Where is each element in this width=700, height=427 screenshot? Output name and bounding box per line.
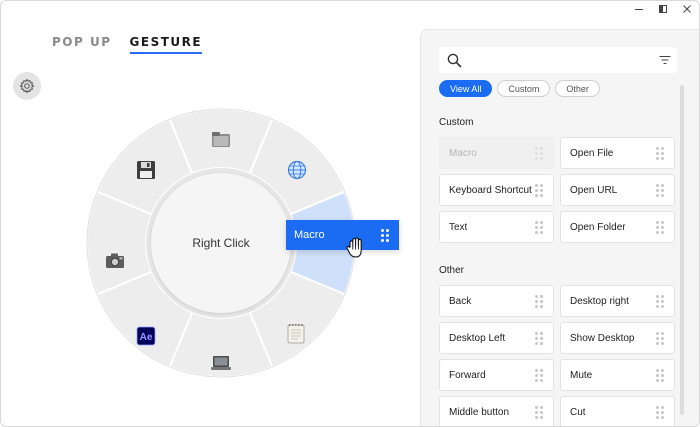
gear-icon xyxy=(19,78,35,94)
drag-handle-icon[interactable] xyxy=(381,228,389,242)
minimize-icon xyxy=(635,9,643,10)
drag-handle-icon[interactable] xyxy=(656,183,664,197)
action-item-mute[interactable]: Mute xyxy=(560,359,675,391)
action-item-forward[interactable]: Forward xyxy=(439,359,554,391)
action-label: Forward xyxy=(449,369,486,381)
action-item-desktop-left[interactable]: Desktop Left xyxy=(439,322,554,354)
chip-other[interactable]: Other xyxy=(555,80,600,97)
filter-chips: View All Custom Other xyxy=(439,80,600,97)
action-label: Keyboard Shortcut xyxy=(449,184,532,196)
custom-actions-grid: Macro Open File Keyboard Shortcut Open U… xyxy=(439,137,675,243)
action-label: Desktop Left xyxy=(449,332,506,344)
other-actions-grid: Back Desktop right Desktop Left Show Des… xyxy=(439,285,675,426)
actions-panel: View All Custom Other Custom Macro Open … xyxy=(420,29,699,426)
action-label: Middle button xyxy=(449,406,510,418)
drag-item-label: Macro xyxy=(294,229,325,241)
action-label: Open URL xyxy=(570,184,618,196)
action-item-show-desktop[interactable]: Show Desktop xyxy=(560,322,675,354)
drag-handle-icon[interactable] xyxy=(656,220,664,234)
search-input[interactable] xyxy=(469,48,653,72)
tab-popup[interactable]: POP UP xyxy=(52,35,112,54)
chip-view-all[interactable]: View All xyxy=(439,80,493,97)
search-box xyxy=(439,47,677,73)
action-label: Desktop right xyxy=(570,295,629,307)
grab-cursor-icon xyxy=(346,237,362,258)
action-label: Open File xyxy=(570,147,614,159)
app-window: POP UP GESTURE Right Click Ae Macro View… xyxy=(0,0,700,427)
action-label: Open Folder xyxy=(570,221,626,233)
action-item-open-file[interactable]: Open File xyxy=(560,137,675,169)
filter-button[interactable] xyxy=(653,55,677,65)
section-title-other: Other xyxy=(439,265,465,276)
drag-handle-icon[interactable] xyxy=(656,146,664,160)
drag-handle-icon xyxy=(535,146,543,160)
drag-handle-icon[interactable] xyxy=(656,368,664,382)
tab-gesture[interactable]: GESTURE xyxy=(129,35,203,54)
action-item-desktop-right[interactable]: Desktop right xyxy=(560,285,675,317)
action-item-middle-button[interactable]: Middle button xyxy=(439,396,554,426)
drag-handle-icon[interactable] xyxy=(656,294,664,308)
action-label: Cut xyxy=(570,406,586,418)
search-icon xyxy=(439,53,469,68)
action-label: Macro xyxy=(449,147,477,159)
action-item-cut[interactable]: Cut xyxy=(560,396,675,426)
drag-handle-icon[interactable] xyxy=(535,294,543,308)
action-label: Text xyxy=(449,221,468,233)
action-item-open-folder[interactable]: Open Folder xyxy=(560,211,675,243)
action-item-open-url[interactable]: Open URL xyxy=(560,174,675,206)
drag-handle-icon[interactable] xyxy=(535,220,543,234)
section-title-custom: Custom xyxy=(439,117,474,128)
close-icon xyxy=(683,5,691,13)
action-item-keyboard-shortcut[interactable]: Keyboard Shortcut xyxy=(439,174,554,206)
window-controls xyxy=(627,1,699,17)
restore-button[interactable] xyxy=(651,1,675,17)
settings-button[interactable] xyxy=(13,72,41,100)
minimize-button[interactable] xyxy=(627,1,651,17)
chip-custom[interactable]: Custom xyxy=(497,80,551,97)
panel-scrollbar[interactable] xyxy=(680,85,684,415)
drag-handle-icon[interactable] xyxy=(656,331,664,345)
drag-handle-icon[interactable] xyxy=(535,368,543,382)
filter-icon xyxy=(659,55,671,65)
action-label: Show Desktop xyxy=(570,332,635,344)
drag-handle-icon[interactable] xyxy=(535,405,543,419)
mode-tabs: POP UP GESTURE xyxy=(52,35,203,54)
drag-handle-icon[interactable] xyxy=(535,331,543,345)
action-item-back[interactable]: Back xyxy=(439,285,554,317)
drag-handle-icon[interactable] xyxy=(535,183,543,197)
action-label: Mute xyxy=(570,369,593,381)
drag-handle-icon[interactable] xyxy=(656,405,664,419)
restore-icon xyxy=(659,5,667,13)
action-item-text[interactable]: Text xyxy=(439,211,554,243)
action-label: Back xyxy=(449,295,472,307)
close-button[interactable] xyxy=(675,1,699,17)
action-item-macro: Macro xyxy=(439,137,554,169)
